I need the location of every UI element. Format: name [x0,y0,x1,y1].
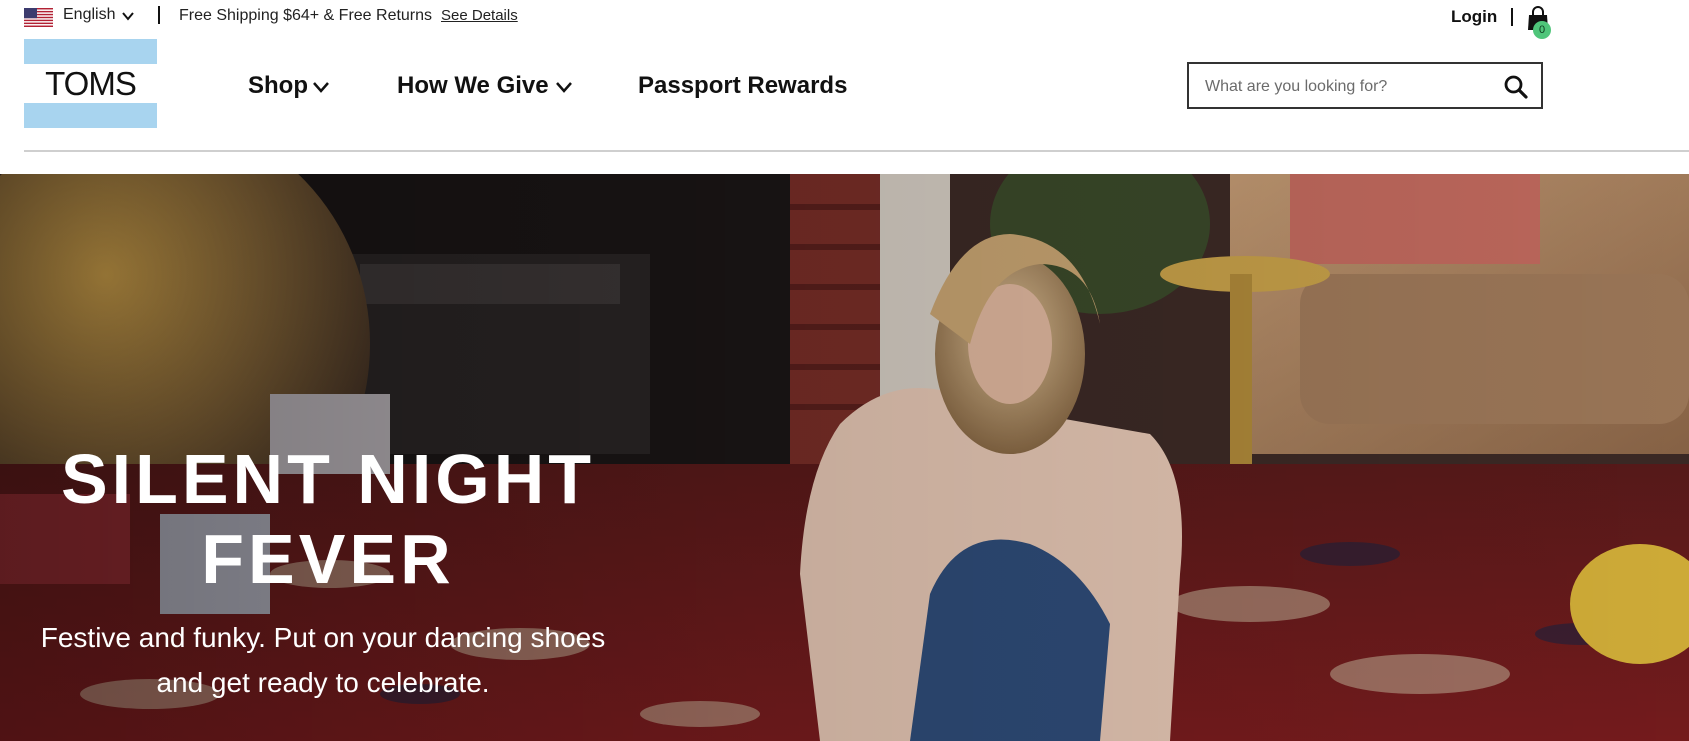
nav-passport-rewards[interactable]: Passport Rewards [638,72,847,100]
logo-stripe [24,39,157,64]
divider [1511,8,1513,26]
us-flag-icon[interactable] [24,8,53,27]
search-icon[interactable] [1503,74,1529,100]
hero-title: SILENT NIGHT FEVER [28,439,628,599]
hero-title-line: FEVER [201,520,455,598]
logo-stripe [24,103,157,128]
hero-title-line: SILENT NIGHT [60,440,596,518]
search-bar [1187,62,1543,109]
chevron-down-icon[interactable] [121,9,135,23]
toms-logo[interactable]: TOMS [24,39,157,128]
chevron-down-icon[interactable] [311,79,331,95]
divider [158,6,160,24]
logo-text: TOMS [45,65,137,102]
nav-shop[interactable]: Shop [248,72,308,100]
header-divider [24,150,1689,152]
hero-subtitle-line: Festive and funky. Put on your dancing s… [40,622,606,653]
chevron-down-icon[interactable] [554,79,574,95]
hero-subtitle: Festive and funky. Put on your dancing s… [8,615,638,705]
cart-count-badge[interactable]: 0 [1533,21,1551,39]
language-selector[interactable]: English [63,6,115,24]
shipping-promo-text: Free Shipping $64+ & Free Returns [179,7,433,24]
hero-subtitle-line: and get ready to celebrate. [156,667,490,698]
see-details-link[interactable]: See Details [441,7,518,24]
login-link[interactable]: Login [1451,7,1497,27]
hero-banner[interactable]: SILENT NIGHT FEVER Festive and funky. Pu… [0,174,1689,741]
search-input[interactable] [1203,74,1497,100]
nav-how-we-give[interactable]: How We Give [397,72,549,100]
utility-bar: English Free Shipping $64+ & Free Return… [0,0,1689,39]
